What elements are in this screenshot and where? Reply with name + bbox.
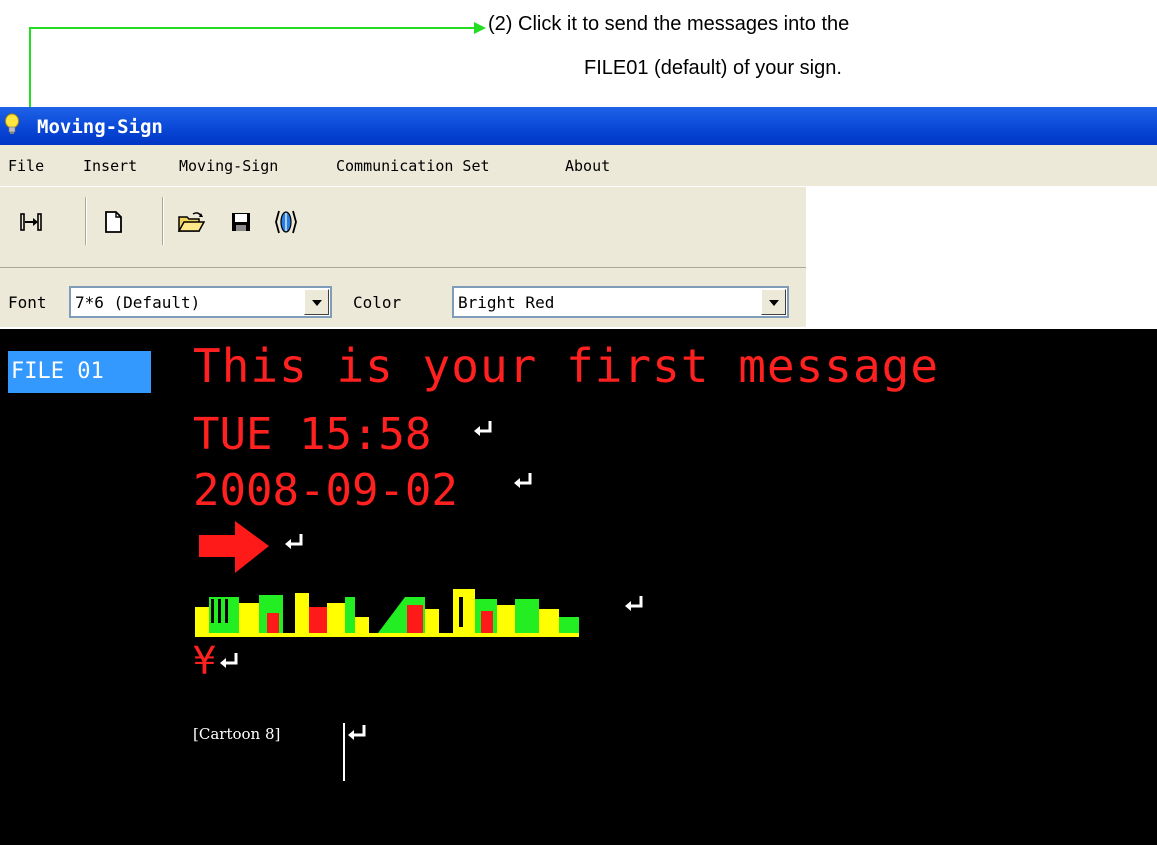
color-select[interactable]: Bright Red	[452, 286, 789, 318]
cityscape-graphic	[195, 589, 579, 637]
cartoon-placeholder: [Cartoon 8]	[193, 725, 281, 743]
annotation-line-horizontal	[29, 27, 479, 29]
return-icon	[220, 653, 238, 668]
format-bar: Font 7*6 (Default) Color Bright Red	[0, 268, 806, 327]
toolbar-separator	[85, 197, 87, 245]
toolbar-separator	[162, 197, 164, 245]
return-icon	[625, 596, 643, 611]
font-select-value: 7*6 (Default)	[75, 293, 201, 312]
yen-symbol: ¥	[193, 639, 216, 683]
menu-about[interactable]: About	[565, 157, 610, 175]
lightbulb-icon	[5, 113, 19, 134]
font-select[interactable]: 7*6 (Default)	[69, 286, 332, 318]
send-button[interactable]	[16, 205, 46, 239]
annotation-text-line2: FILE01 (default) of your sign.	[584, 57, 842, 79]
save-disk-icon	[232, 213, 250, 231]
return-icon	[474, 421, 492, 436]
red-arrow-icon	[199, 521, 269, 573]
new-document-icon	[105, 211, 122, 233]
return-icon	[285, 534, 303, 549]
menu-insert[interactable]: Insert	[83, 157, 137, 175]
menu-bar: File Insert Moving-Sign Communication Se…	[0, 145, 1157, 187]
return-icon	[348, 725, 366, 740]
annotation-arrow-icon	[474, 22, 486, 34]
open-button[interactable]	[176, 205, 206, 239]
chevron-down-icon[interactable]	[304, 289, 329, 315]
color-select-value: Bright Red	[458, 293, 555, 312]
annotation-text-line1: (2) Click it to send the messages into t…	[488, 13, 850, 35]
file-label-text: FILE 01	[11, 359, 104, 384]
message-line-1: This is your first message	[193, 339, 940, 393]
message-line-3: 2008-09-02	[193, 465, 458, 516]
return-icon	[514, 473, 532, 488]
window-title: Moving-Sign	[37, 116, 163, 138]
communication-button[interactable]	[271, 205, 301, 239]
color-label: Color	[353, 293, 402, 312]
menu-moving-sign[interactable]: Moving-Sign	[179, 157, 278, 175]
toolbar	[0, 187, 806, 268]
send-icon	[20, 213, 42, 231]
menu-file[interactable]: File	[8, 157, 44, 175]
new-button[interactable]	[98, 205, 128, 239]
communication-icon	[275, 210, 297, 234]
text-cursor	[343, 723, 345, 781]
chevron-down-icon[interactable]	[761, 289, 786, 315]
menu-communication-set[interactable]: Communication Set	[336, 157, 490, 175]
open-folder-icon	[177, 212, 205, 232]
message-editor[interactable]: FILE 01 This is your first message TUE 1…	[0, 329, 1157, 845]
file-label[interactable]: FILE 01	[8, 351, 151, 393]
save-button[interactable]	[226, 205, 256, 239]
title-bar[interactable]: Moving-Sign	[0, 107, 1157, 145]
font-label: Font	[8, 293, 47, 312]
message-line-2: TUE 15:58	[193, 409, 432, 460]
